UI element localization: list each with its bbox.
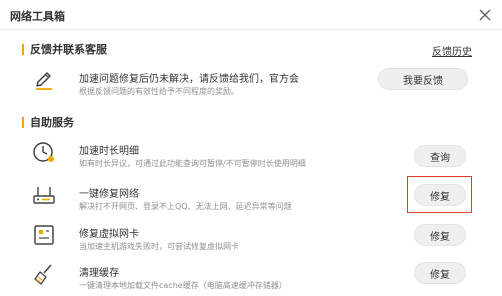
clock-icon (32, 140, 56, 164)
clear-cache-desc: 一键清理本地加载文件cache缓存（电脑高速缓冲存储器） (79, 281, 287, 290)
repair-network-desc: 解决打不开网页、登录不上QQ、无法上网、延迟异常等问题 (79, 202, 292, 211)
repair-virtual-nic-button[interactable]: 修复 (414, 224, 466, 246)
feedback-history-link[interactable]: 反馈历史 (432, 43, 472, 58)
section-accent-bar (22, 43, 24, 55)
feedback-description-sub: 根据反馈问题的有效性给予不同程度的奖励。 (79, 87, 239, 96)
feedback-section-heading: 反馈并联系客服 (30, 43, 107, 56)
self-service-section-header: 自助服务 (22, 115, 74, 129)
clear-cache-title: 清理缓存 (79, 268, 119, 279)
router-icon (32, 183, 56, 207)
repair-virtual-nic-title: 修复虚拟网卡 (79, 229, 139, 240)
repair-virtual-nic-desc: 当加速主机游戏失败时，可尝试修复虚拟网卡 (79, 242, 239, 251)
title-bar: 网络工具箱 (0, 0, 502, 30)
highlight-annotation-box (407, 176, 472, 213)
broom-icon (32, 262, 56, 286)
feedback-section-header: 反馈并联系客服 (22, 42, 107, 56)
section-accent-bar (22, 116, 24, 128)
time-detail-title: 加速时长明细 (79, 146, 139, 157)
repair-network-title: 一键修复网络 (79, 189, 139, 200)
pencil-icon (32, 66, 56, 90)
feedback-description-title: 加速问题修复后仍未解决，请反馈给我们，官方会 (79, 74, 299, 85)
network-toolbox-dialog: 网络工具箱 反馈并联系客服 反馈历史 加速问题修复后仍未解决，请反馈给我们，官方… (0, 0, 502, 296)
network-card-icon (32, 223, 56, 247)
submit-feedback-button[interactable]: 我要反馈 (378, 68, 468, 90)
query-button[interactable]: 查询 (414, 145, 466, 167)
clear-cache-button[interactable]: 修复 (414, 262, 466, 284)
window-title: 网络工具箱 (10, 10, 65, 23)
self-service-section-heading: 自助服务 (30, 116, 74, 129)
time-detail-desc: 如有时长异议，可通过此功能查询可暂停/不可暂停时长使用明细 (79, 159, 306, 168)
close-icon[interactable] (477, 7, 493, 23)
